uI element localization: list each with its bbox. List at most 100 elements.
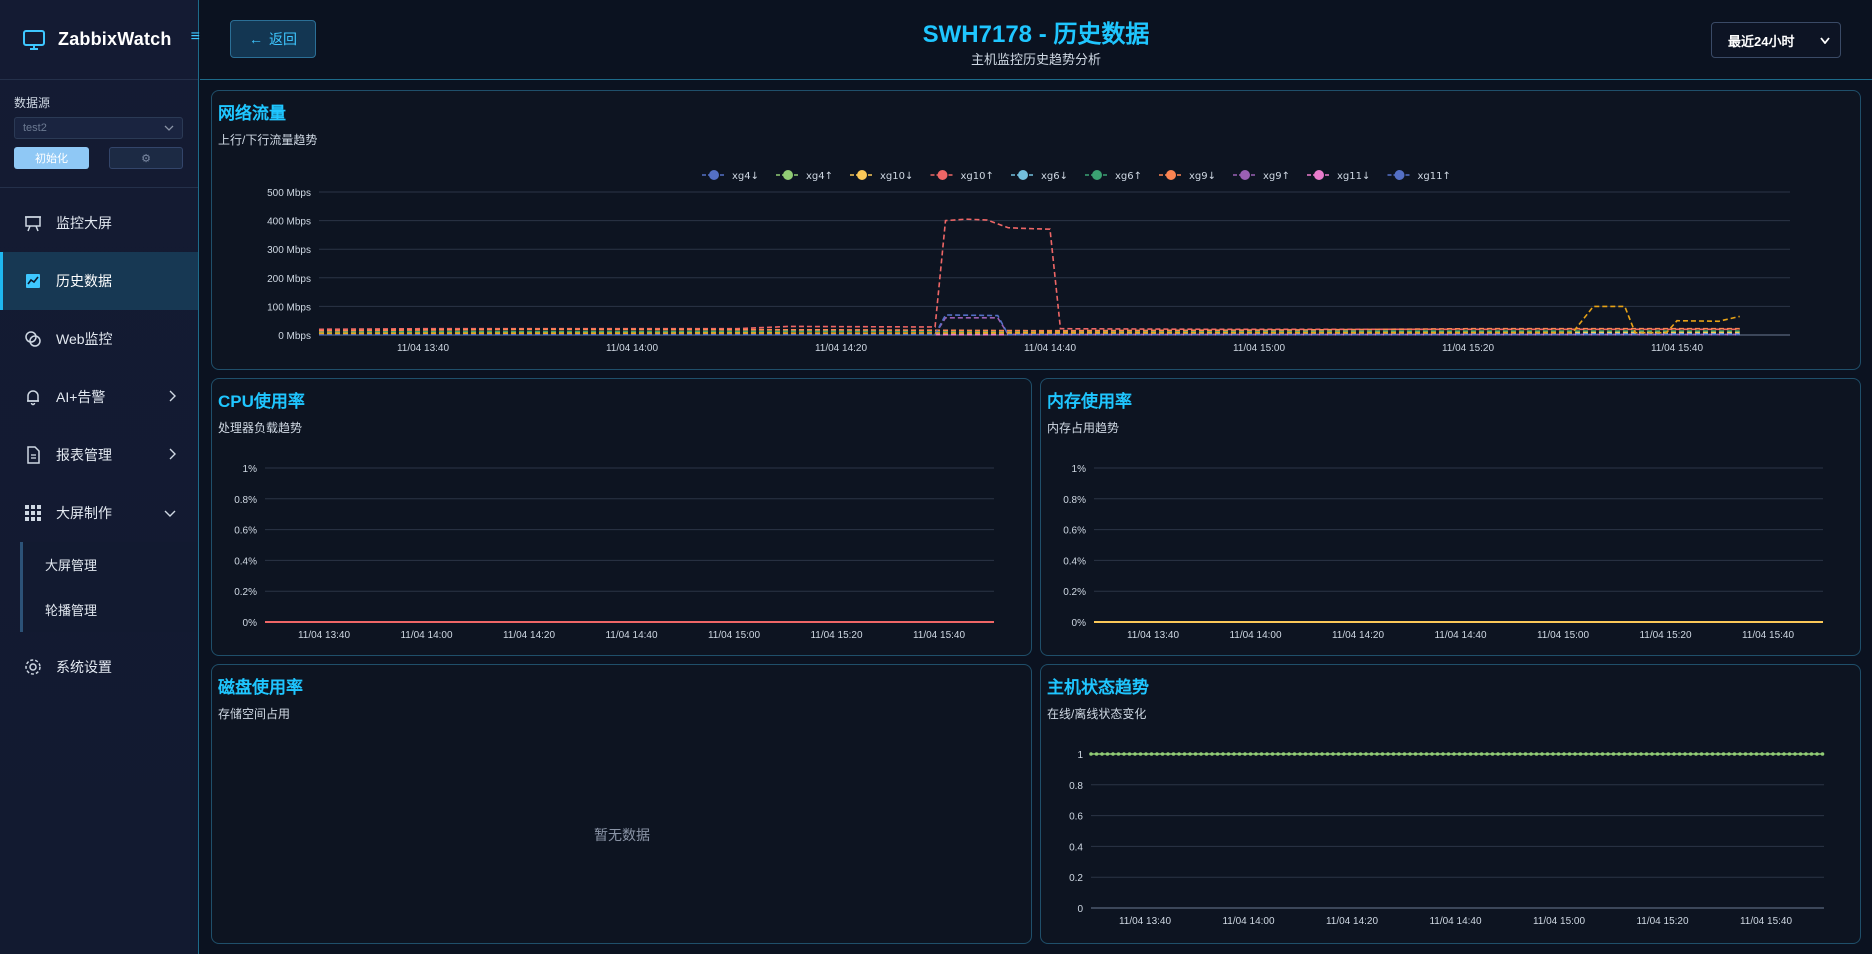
data-point	[1683, 752, 1687, 756]
legend-marker	[1018, 170, 1028, 180]
chevron-down-icon	[164, 125, 174, 131]
data-point	[1292, 752, 1297, 756]
y-tick-label: 200 Mbps	[267, 274, 311, 285]
y-tick-label: 300 Mbps	[267, 245, 311, 256]
sidebar-item-label: 历史数据	[56, 273, 112, 289]
sidebar-item-label: 监控大屏	[56, 215, 112, 231]
legend-marker	[783, 170, 793, 180]
time-range-select[interactable]: 最近24小时	[1711, 22, 1841, 58]
menu-toggle-icon[interactable]: ≡	[191, 28, 200, 46]
data-point	[1210, 752, 1214, 756]
x-tick-label: 11/04 14:00	[1229, 630, 1282, 641]
y-tick-label: 0.4%	[234, 556, 257, 567]
data-point	[1358, 752, 1363, 756]
data-point	[1177, 752, 1181, 756]
x-tick-label: 11/04 14:20	[1332, 630, 1385, 641]
y-tick-label: 1%	[243, 464, 258, 475]
chevron-right-icon	[169, 448, 176, 460]
data-point	[1666, 752, 1671, 756]
data-point	[1457, 752, 1462, 756]
app-name: ZabbixWatch	[58, 29, 172, 49]
y-tick-label: 0	[1077, 904, 1083, 915]
data-point	[1589, 752, 1594, 756]
data-point	[1094, 752, 1099, 756]
x-tick-label: 11/04 15:20	[1639, 630, 1692, 641]
gear-icon: ⚙	[141, 152, 151, 165]
bell-icon	[24, 388, 42, 406]
sidebar-item-label: Web监控	[56, 331, 113, 347]
time-range-value: 最近24小时	[1728, 33, 1795, 49]
data-point	[1270, 752, 1275, 756]
sidebar-item-dashboard[interactable]: 监控大屏	[0, 194, 198, 252]
data-point	[1226, 752, 1231, 756]
data-point	[1804, 752, 1808, 756]
data-point	[1298, 752, 1302, 756]
data-point	[1342, 752, 1346, 756]
data-point	[1336, 752, 1341, 756]
presentation-board-icon	[24, 214, 42, 232]
data-point	[1661, 752, 1665, 756]
legend-label: xg6↑	[1115, 171, 1142, 182]
legend-marker	[1092, 170, 1102, 180]
x-tick-label: 11/04 15:40	[1651, 343, 1704, 354]
page-subtitle: 主机监控历史趋势分析	[970, 52, 1101, 67]
data-point	[1771, 752, 1775, 756]
data-point	[1677, 752, 1682, 756]
cpu-usage-chart: 1% 0.8% 0.6% 0.4% 0.2% 0% 11/04 13:40 11/04 14:…	[234, 464, 994, 641]
data-point	[1320, 752, 1324, 756]
datasource-select[interactable]: test2	[14, 117, 183, 139]
data-point	[1793, 752, 1797, 756]
data-point	[1754, 752, 1759, 756]
sidebar-nav: 监控大屏 历史数据 Web监控 AI+告警 报表管理 大屏制作 大屏管理 轮播管…	[0, 188, 198, 696]
series-line	[318, 218, 1740, 331]
sidebar-item-history[interactable]: 历史数据	[0, 252, 198, 310]
x-tick-label: 11/04 14:40	[1434, 630, 1487, 641]
data-point	[1507, 752, 1511, 756]
sidebar-subitem-carousel-manage[interactable]: 轮播管理	[23, 587, 198, 632]
x-tick-label: 11/04 15:00	[1233, 343, 1286, 354]
x-tick-label: 11/04 15:00	[708, 630, 761, 641]
x-tick-label: 11/04 13:40	[298, 630, 351, 641]
monitor-icon	[23, 29, 45, 50]
series-line	[319, 317, 1740, 336]
data-point	[1441, 752, 1445, 756]
data-point	[1551, 752, 1555, 756]
sidebar-item-settings[interactable]: 系统设置	[0, 638, 198, 696]
sidebar-item-reports[interactable]: 报表管理	[0, 426, 198, 484]
data-point	[1193, 752, 1198, 756]
sidebar-subitem-screen-manage[interactable]: 大屏管理	[23, 542, 198, 587]
panel-title: 磁盘使用率	[218, 678, 303, 697]
host-status-chart: 1 0.8 0.6 0.4 0.2 0 11/04 13:40 11/04 14:00 11/0…	[1069, 750, 1825, 927]
legend-marker	[937, 170, 948, 180]
y-tick-label: 0.2%	[234, 587, 257, 598]
data-point	[1248, 752, 1253, 756]
sidebar-item-label: AI+告警	[56, 389, 106, 405]
legend-marker	[1240, 170, 1250, 180]
legend-label: xg4↑	[806, 171, 833, 182]
data-point	[1314, 752, 1319, 756]
network-traffic-panel: 网络流量 上行/下行流量趋势 500 Mbps 400 Mbps 300 Mbps 2…	[211, 90, 1861, 370]
data-point	[1353, 752, 1357, 756]
document-icon	[24, 446, 42, 464]
datasource-settings-button[interactable]: ⚙	[109, 147, 183, 169]
data-point	[1628, 752, 1632, 756]
data-point	[1606, 752, 1610, 756]
data-point	[1463, 752, 1467, 756]
data-point	[1765, 752, 1770, 756]
data-point	[1787, 752, 1792, 756]
cpu-usage-panel: CPU使用率 处理器负载趋势 1% 0.8% 0.6% 0.4% 0.2% 0% 11/04…	[211, 378, 1032, 656]
sidebar-item-web-monitor[interactable]: Web监控	[0, 310, 198, 368]
init-button[interactable]: 初始化	[14, 147, 89, 169]
y-tick-label: 0.2%	[1063, 587, 1086, 598]
datasource-section: 数据源 test2 初始化 ⚙	[0, 80, 198, 188]
chart-line-icon	[24, 272, 42, 290]
sidebar: ZabbixWatch ≡ 数据源 test2 初始化 ⚙ 监控大屏 历史数据	[0, 0, 200, 954]
data-point	[1534, 752, 1539, 756]
sidebar-item-ai-alert[interactable]: AI+告警	[0, 368, 198, 426]
data-point	[1149, 752, 1154, 756]
y-tick-label: 0.6	[1069, 812, 1083, 823]
x-tick-label: 11/04 13:40	[1127, 630, 1180, 641]
sidebar-item-screen-builder[interactable]: 大屏制作	[0, 484, 198, 542]
legend-label: xg9↑	[1263, 171, 1290, 182]
data-point	[1694, 752, 1698, 756]
